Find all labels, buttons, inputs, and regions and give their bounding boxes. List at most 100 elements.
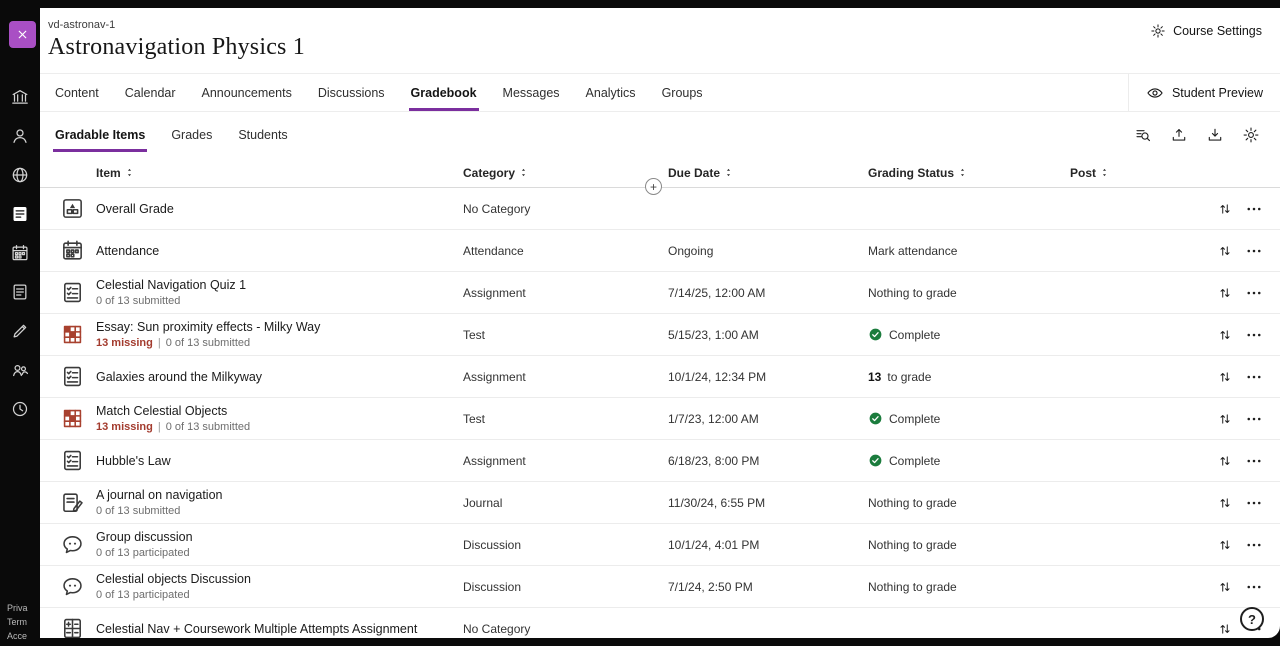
item-title[interactable]: A journal on navigation: [96, 488, 453, 502]
journal-icon: [60, 490, 85, 515]
item-type: [48, 616, 96, 638]
sidebar-button-grades[interactable]: [9, 202, 32, 225]
item-title[interactable]: Hubble's Law: [96, 454, 453, 468]
tab-messages[interactable]: Messages: [490, 74, 573, 111]
reorder-button[interactable]: [1215, 577, 1235, 597]
student-preview-icon: [1146, 84, 1164, 102]
row-actions: [1215, 241, 1264, 261]
close-course-button[interactable]: [9, 21, 36, 48]
item-title[interactable]: Match Celestial Objects: [96, 404, 453, 418]
sidebar-button-messages[interactable]: [9, 280, 32, 303]
sidebar-footer-link-priva[interactable]: Priva: [7, 603, 28, 613]
due-date: 10/1/24, 12:34 PM: [668, 370, 868, 384]
submission-count: 0 of 13 submitted: [166, 421, 250, 433]
table-row: Galaxies around the Milkyway Assignment10…: [40, 356, 1280, 398]
reorder-icon: [1217, 495, 1233, 511]
more-options-button[interactable]: [1244, 493, 1264, 513]
column-header-grading-status[interactable]: Grading Status: [868, 166, 1070, 180]
sidebar-footer-link-term[interactable]: Term: [7, 617, 28, 627]
column-header-category[interactable]: Category: [463, 166, 668, 180]
more-options-button[interactable]: [1244, 283, 1264, 303]
subtab-students[interactable]: Students: [225, 112, 300, 158]
reorder-button[interactable]: [1215, 199, 1235, 219]
sidebar-button-profile[interactable]: [9, 124, 32, 147]
more-options-button[interactable]: [1244, 241, 1264, 261]
assignment-icon: [60, 448, 85, 473]
tab-calendar[interactable]: Calendar: [112, 74, 189, 111]
tab-gradebook[interactable]: Gradebook: [398, 74, 490, 111]
item-title[interactable]: Group discussion: [96, 530, 453, 544]
more-options-button[interactable]: [1244, 325, 1264, 345]
sidebar-button-institution[interactable]: [9, 85, 32, 108]
upload-gradebook-button[interactable]: [1164, 120, 1194, 150]
status-text: Nothing to grade: [868, 286, 957, 300]
item: Attendance: [96, 244, 463, 258]
more-options-icon: [1245, 578, 1263, 596]
discussion-icon: [60, 574, 85, 599]
column-label: Due Date: [668, 166, 720, 180]
reorder-button[interactable]: [1215, 619, 1235, 639]
search-gradable-items-button[interactable]: [1128, 120, 1158, 150]
tab-analytics[interactable]: Analytics: [573, 74, 649, 111]
more-options-button[interactable]: [1244, 367, 1264, 387]
reorder-button[interactable]: [1215, 451, 1235, 471]
upload-gradebook-icon: [1170, 126, 1188, 144]
reorder-icon: [1217, 201, 1233, 217]
item-title[interactable]: Galaxies around the Milkyway: [96, 370, 453, 384]
category: Assignment: [463, 370, 668, 384]
attendance-icon: [60, 238, 85, 263]
more-options-icon: [1245, 494, 1263, 512]
gear-button[interactable]: [1236, 120, 1266, 150]
more-options-icon: [1245, 410, 1263, 428]
status-text: Nothing to grade: [868, 580, 957, 594]
more-options-button[interactable]: [1244, 409, 1264, 429]
item-title[interactable]: Celestial Navigation Quiz 1: [96, 278, 453, 292]
tab-groups[interactable]: Groups: [649, 74, 716, 111]
sidebar-button-groups[interactable]: [9, 358, 32, 381]
more-options-button[interactable]: [1244, 451, 1264, 471]
tab-discussions[interactable]: Discussions: [305, 74, 398, 111]
column-header-due-date[interactable]: Due Date: [668, 166, 868, 180]
reorder-button[interactable]: [1215, 283, 1235, 303]
item-title[interactable]: Overall Grade: [96, 202, 453, 216]
help-button[interactable]: ?: [1240, 607, 1264, 631]
item: Match Celestial Objects13 missing|0 of 1…: [96, 404, 463, 433]
sidebar-button-assessments[interactable]: [9, 319, 32, 342]
sidebar-button-history[interactable]: [9, 397, 32, 420]
reorder-icon: [1217, 537, 1233, 553]
more-options-button[interactable]: [1244, 577, 1264, 597]
column-header-item[interactable]: Item: [96, 166, 463, 180]
add-item-button[interactable]: +: [645, 178, 662, 195]
reorder-button[interactable]: [1215, 325, 1235, 345]
reorder-button[interactable]: [1215, 409, 1235, 429]
subtab-gradable-items[interactable]: Gradable Items: [42, 112, 158, 158]
course-settings-button[interactable]: Course Settings: [1150, 23, 1262, 39]
sidebar-button-globe[interactable]: [9, 163, 32, 186]
reorder-button[interactable]: [1215, 241, 1235, 261]
student-preview-button[interactable]: Student Preview: [1128, 74, 1280, 111]
item: Galaxies around the Milkyway: [96, 370, 463, 384]
status-text: Complete: [889, 328, 940, 342]
more-options-button[interactable]: [1244, 535, 1264, 555]
column-header-post[interactable]: Post: [1070, 166, 1215, 180]
tab-announcements[interactable]: Announcements: [189, 74, 305, 111]
subtab-grades[interactable]: Grades: [158, 112, 225, 158]
reorder-button[interactable]: [1215, 493, 1235, 513]
row-actions: [1215, 577, 1264, 597]
tab-content[interactable]: Content: [42, 74, 112, 111]
item-title[interactable]: Attendance: [96, 244, 453, 258]
more-options-button[interactable]: [1244, 199, 1264, 219]
download-gradebook-button[interactable]: [1200, 120, 1230, 150]
sidebar-footer-link-acce[interactable]: Acce: [7, 631, 28, 641]
table-row: Celestial Navigation Quiz 10 of 13 submi…: [40, 272, 1280, 314]
status-text: to grade: [887, 370, 931, 384]
category-text: Test: [463, 328, 485, 342]
reorder-button[interactable]: [1215, 535, 1235, 555]
item-title[interactable]: Celestial Nav + Coursework Multiple Atte…: [96, 622, 453, 636]
item: Overall Grade: [96, 202, 463, 216]
reorder-button[interactable]: [1215, 367, 1235, 387]
item-title[interactable]: Essay: Sun proximity effects - Milky Way: [96, 320, 453, 334]
grading-status: Nothing to grade: [868, 496, 1070, 510]
item-title[interactable]: Celestial objects Discussion: [96, 572, 453, 586]
sidebar-button-calendar[interactable]: [9, 241, 32, 264]
